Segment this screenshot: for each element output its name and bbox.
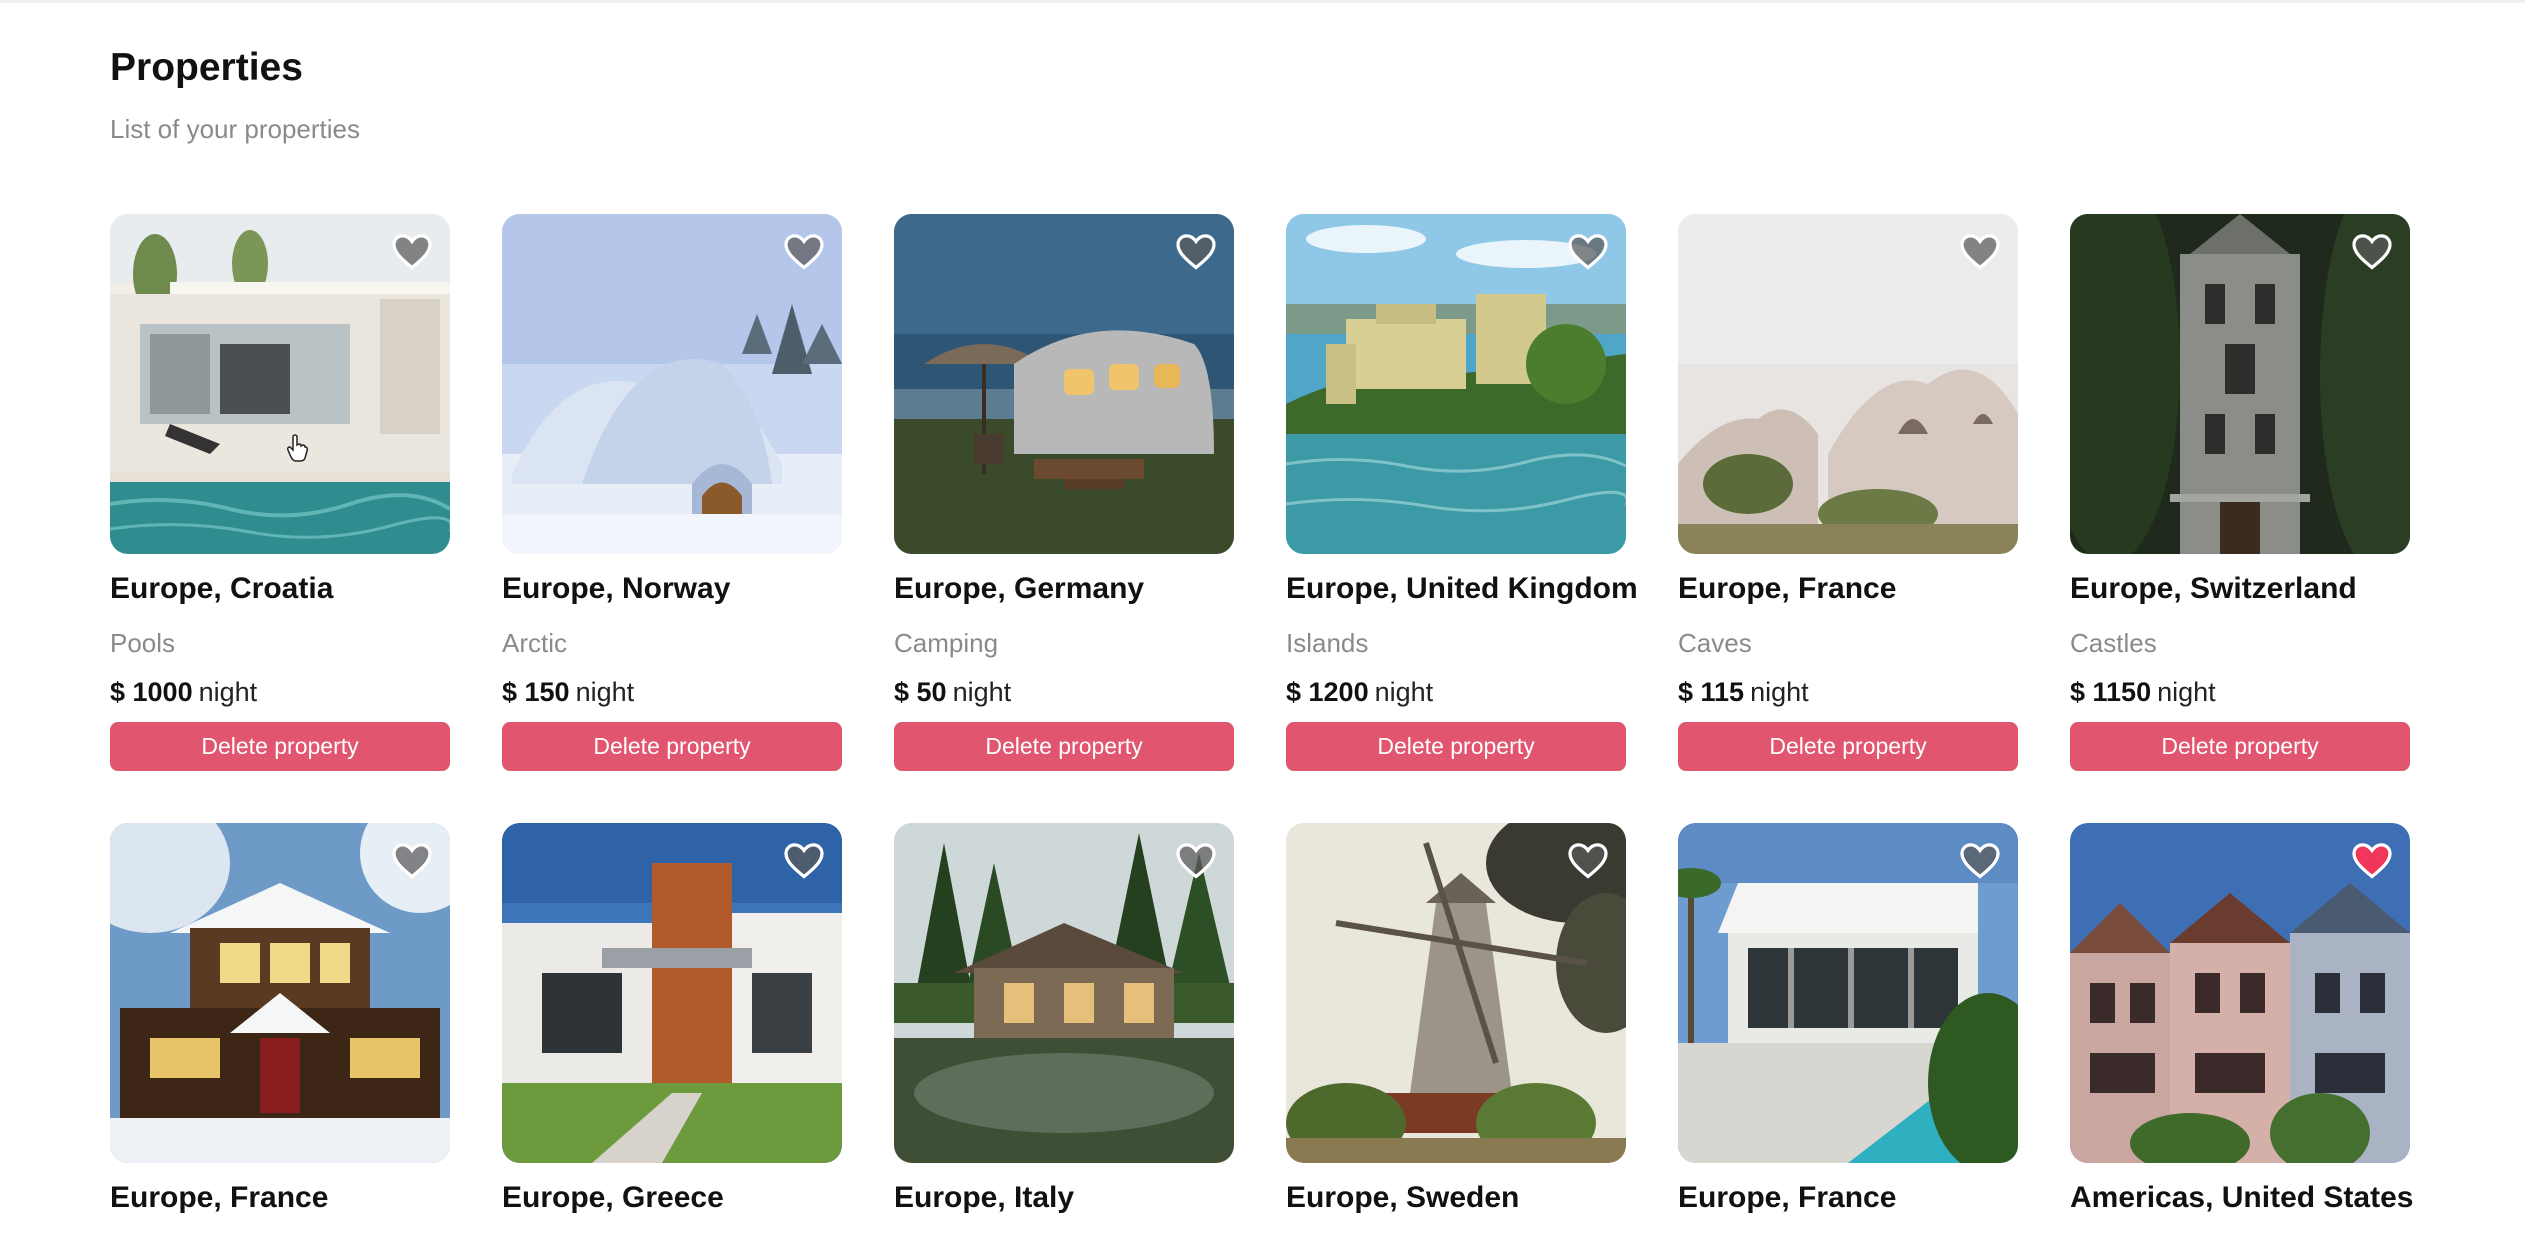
property-category: Caves [1678,628,1752,658]
page-title: Properties [110,46,303,89]
property-image[interactable] [2070,823,2410,1163]
property-card[interactable]: Europe, Norway Arctic $ 150 night Delete … [502,214,842,771]
property-price: $ 1150 night [2070,677,2410,708]
favorite-heart-icon[interactable] [1176,234,1216,270]
property-card[interactable]: Europe, France Caves $ 115 night Delete p… [1678,214,2018,771]
property-image[interactable] [110,214,450,554]
property-image[interactable] [110,823,450,1163]
property-card[interactable]: Europe, France [110,823,450,1215]
property-location: Europe, United Kingdom [1286,572,1638,605]
property-card[interactable]: Europe, Sweden [1286,823,1626,1215]
favorite-heart-icon[interactable] [392,843,432,879]
property-location: Europe, France [1678,1181,1897,1214]
property-location: Americas, United States [2070,1181,2414,1214]
favorite-heart-icon[interactable] [2352,234,2392,270]
delete-property-button[interactable]: Delete property [1286,722,1626,771]
property-grid: Europe, Croatia Pools $ 1000 night Delete… [110,214,2414,1215]
property-image[interactable] [502,823,842,1163]
favorite-heart-icon[interactable] [1568,234,1608,270]
property-location: Europe, France [1678,572,1897,605]
property-card[interactable]: Europe, Italy [894,823,1234,1215]
price-unit: night [575,677,635,707]
property-card[interactable]: Europe, France [1678,823,2018,1215]
favorite-heart-icon[interactable] [784,234,824,270]
property-card[interactable]: Europe, Switzerland Castles $ 1150 night … [2070,214,2410,771]
delete-property-button[interactable]: Delete property [1678,722,2018,771]
property-location: Europe, Norway [502,572,731,605]
property-card[interactable]: Europe, United Kingdom Islands $ 1200 nig… [1286,214,1638,771]
property-price: $ 1200 night [1286,677,1626,708]
property-card[interactable]: Europe, Croatia Pools $ 1000 night Delete… [110,214,450,771]
property-image[interactable] [1286,823,1626,1163]
property-image[interactable] [1678,214,2018,554]
price-amount: $ 50 [894,677,947,707]
property-location: Europe, Italy [894,1181,1075,1214]
favorite-heart-icon[interactable] [2352,843,2392,879]
property-location: Europe, Switzerland [2070,572,2357,605]
delete-property-button[interactable]: Delete property [2070,722,2410,771]
property-image[interactable] [894,823,1234,1163]
property-image[interactable] [1286,214,1626,554]
price-unit: night [1750,677,1809,707]
price-unit: night [2157,677,2216,707]
property-price: $ 1000 night [110,677,450,708]
property-category: Castles [2070,628,2157,658]
property-image[interactable] [2070,214,2410,554]
property-card[interactable]: Europe, Greece [502,823,842,1215]
property-location: Europe, Greece [502,1181,724,1214]
property-image[interactable] [1678,823,2018,1163]
property-image[interactable] [502,214,842,554]
price-amount: $ 150 [502,677,570,707]
property-image[interactable] [894,214,1234,554]
property-location: Europe, Croatia [110,572,334,605]
property-price: $ 50 night [894,677,1234,708]
price-amount: $ 1200 [1286,677,1369,707]
property-location: Europe, Germany [894,572,1145,605]
property-price: $ 115 night [1678,677,2018,708]
price-amount: $ 115 [1678,677,1745,707]
delete-property-button[interactable]: Delete property [502,722,842,771]
price-unit: night [952,677,1012,707]
property-category: Islands [1286,628,1369,658]
property-location: Europe, France [110,1181,329,1214]
property-card[interactable]: Americas, United States [2070,823,2414,1215]
price-amount: $ 1000 [110,677,193,707]
favorite-heart-icon[interactable] [1960,843,2000,879]
property-card[interactable]: Europe, Germany Camping $ 50 night Delete… [894,214,1234,771]
page-subtitle: List of your properties [110,114,361,144]
favorite-heart-icon[interactable] [1960,234,2000,270]
price-unit: night [1374,677,1434,707]
property-category: Arctic [502,628,567,658]
price-amount: $ 1150 [2070,677,2152,707]
favorite-heart-icon[interactable] [1176,843,1216,879]
price-unit: night [198,677,258,707]
property-category: Pools [110,628,176,658]
top-divider [0,0,2525,3]
favorite-heart-icon[interactable] [392,234,432,270]
favorite-heart-icon[interactable] [1568,843,1608,879]
property-category: Camping [894,628,999,658]
property-price: $ 150 night [502,677,842,708]
delete-property-button[interactable]: Delete property [894,722,1234,771]
property-location: Europe, Sweden [1286,1181,1520,1214]
delete-property-button[interactable]: Delete property [110,722,450,771]
favorite-heart-icon[interactable] [784,843,824,879]
